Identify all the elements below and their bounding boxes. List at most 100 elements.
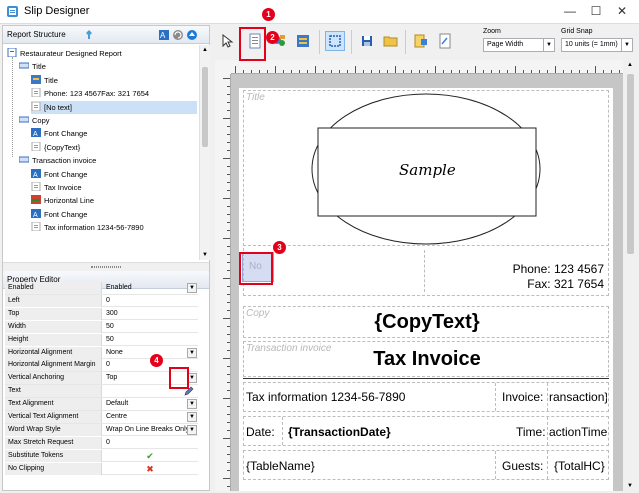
property-row[interactable]: Vertical Text Alignment Centre ▼ bbox=[5, 411, 198, 424]
tree-node-label: Phone: 123 4567Fax: 321 7654 bbox=[44, 89, 150, 99]
date-row[interactable]: Date: {TransactionDate} Time: actionTime… bbox=[243, 416, 609, 446]
tree-node[interactable]: Transaction invoice bbox=[19, 154, 96, 167]
title-section[interactable]: Title Sample No bbox=[242, 90, 609, 282]
zoom-select[interactable]: Page Width ▼ bbox=[483, 38, 555, 52]
chevron-down-icon[interactable]: ▼ bbox=[187, 347, 197, 358]
property-row[interactable]: Substitute Tokens ✔ bbox=[5, 449, 198, 463]
tree-scrollbar[interactable]: ▲ ▼ bbox=[199, 45, 210, 260]
scroll-down-icon[interactable]: ▼ bbox=[627, 483, 633, 489]
property-row[interactable]: No Clipping ✖ bbox=[5, 462, 198, 476]
date-value: {TransactionDate} bbox=[288, 425, 391, 439]
property-value[interactable]: 0 bbox=[104, 295, 198, 307]
folder-open-icon bbox=[383, 36, 398, 47]
table-row-section[interactable]: {TableName} Guests: {TotalHC} bbox=[243, 450, 609, 480]
property-value[interactable]: ✔ bbox=[104, 450, 194, 462]
pointer-icon bbox=[222, 33, 234, 48]
tree-node[interactable]: Title bbox=[31, 74, 58, 87]
minimize-button[interactable]: — bbox=[560, 3, 580, 19]
annotation-badge-3: 3 bbox=[273, 241, 286, 254]
guests-label: Guests: bbox=[502, 459, 544, 473]
copy-text: {CopyText} bbox=[374, 311, 480, 333]
preview-button[interactable] bbox=[435, 31, 455, 51]
chevron-down-icon[interactable]: ▼ bbox=[187, 283, 197, 293]
close-button[interactable]: ✕ bbox=[612, 3, 632, 19]
tree-node[interactable]: Copy bbox=[19, 114, 50, 127]
tree-node[interactable]: A Font Change bbox=[31, 127, 87, 140]
move-up-icon[interactable] bbox=[186, 29, 198, 41]
property-value[interactable]: 300 bbox=[104, 308, 198, 320]
property-value[interactable]: Default bbox=[104, 398, 198, 410]
tree-node[interactable]: Horizontal Line bbox=[31, 194, 94, 207]
chevron-down-icon[interactable]: ▼ bbox=[187, 412, 197, 422]
report-structure-title: Report Structure bbox=[7, 30, 66, 39]
property-key: Text bbox=[5, 385, 102, 398]
design-canvas[interactable]: Title Sample No Phone: 123 4567 Fax: 321… bbox=[215, 60, 623, 491]
tree-node[interactable]: Phone: 123 4567Fax: 321 7654 bbox=[31, 87, 149, 100]
property-row[interactable]: Max Stretch Request 0 bbox=[5, 436, 198, 450]
property-key: Left bbox=[5, 294, 102, 307]
contact-box[interactable]: Phone: 123 4567 Fax: 321 7654 bbox=[424, 250, 608, 292]
select-area-button[interactable] bbox=[325, 31, 345, 51]
tree-scroll-thumb[interactable] bbox=[202, 67, 208, 147]
maximize-button[interactable]: ☐ bbox=[586, 3, 606, 19]
text-icon bbox=[31, 88, 41, 98]
font-icon: A bbox=[31, 128, 41, 138]
canvas-scroll-thumb[interactable] bbox=[627, 74, 634, 254]
canvas-scrollbar[interactable]: ▲ ▼ bbox=[624, 60, 637, 491]
tree-node[interactable]: A Font Change bbox=[31, 168, 87, 181]
property-value[interactable]: 0 bbox=[104, 437, 198, 449]
tree-node[interactable]: Tax information 1234-56-7890 bbox=[31, 221, 144, 234]
tree-node-label: {CopyText} bbox=[44, 142, 81, 152]
tree-node[interactable]: A Font Change bbox=[31, 208, 87, 221]
tree-node[interactable]: Tax Invoice bbox=[31, 181, 82, 194]
tree-node[interactable]: Title bbox=[19, 60, 46, 73]
open-button[interactable] bbox=[381, 31, 401, 51]
font-tool-icon[interactable]: A bbox=[158, 29, 170, 41]
save-button[interactable] bbox=[357, 31, 377, 51]
line-icon bbox=[31, 195, 41, 205]
font-icon: A bbox=[31, 168, 41, 178]
annotation-badge-4: 4 bbox=[150, 354, 163, 367]
svg-text:A: A bbox=[33, 172, 38, 178]
property-row[interactable]: Width 50 bbox=[5, 320, 198, 334]
scroll-up-icon[interactable]: ▲ bbox=[627, 62, 633, 68]
date-label: Date: bbox=[246, 425, 275, 439]
title-contact-section: Phone: 123 4567 Fax: 321 7654 bbox=[243, 248, 609, 296]
property-value[interactable]: Wrap On Line Breaks Only bbox=[104, 424, 198, 436]
property-value[interactable]: Centre bbox=[104, 411, 198, 423]
grid-snap-select[interactable]: 10 units (= 1mm) ▼ bbox=[561, 38, 633, 52]
slip-page[interactable]: Title Sample No Phone: 123 4567 Fax: 321… bbox=[239, 88, 613, 491]
property-row[interactable]: Left 0 bbox=[5, 294, 198, 308]
property-value[interactable]: ✖ bbox=[104, 463, 194, 475]
tax-info-row[interactable]: Tax information 1234-56-7890 Invoice: ra… bbox=[243, 382, 609, 412]
property-row[interactable]: Horizontal Alignment None ▼ bbox=[5, 346, 198, 359]
pointer-tool-button[interactable] bbox=[217, 31, 237, 51]
property-editor-header-wrap bbox=[3, 254, 209, 272]
tree-node[interactable]: [No text] bbox=[31, 100, 197, 114]
copy-section[interactable]: Copy {CopyText} bbox=[243, 306, 609, 338]
barcode-tool-button[interactable] bbox=[293, 31, 313, 51]
property-row[interactable]: Height 50 bbox=[5, 333, 198, 347]
scroll-up-icon[interactable]: ▲ bbox=[202, 47, 208, 53]
chevron-down-icon[interactable]: ▼ bbox=[187, 424, 197, 435]
property-row[interactable]: Top 300 bbox=[5, 307, 198, 321]
property-row[interactable]: Word Wrap Style Wrap On Line Breaks Only ▼ bbox=[5, 423, 198, 437]
transaction-section[interactable]: Transaction invoice Tax Invoice bbox=[243, 341, 609, 377]
property-row[interactable]: Text Alignment Default ▼ bbox=[5, 398, 198, 411]
pin-icon[interactable] bbox=[83, 29, 95, 41]
export-button[interactable] bbox=[411, 31, 431, 51]
guests-value: {TotalHC} bbox=[554, 459, 605, 473]
property-row[interactable]: Enabled Enabled ▼ bbox=[5, 282, 198, 295]
chevron-down-icon: ▼ bbox=[543, 39, 554, 51]
property-value[interactable]: 50 bbox=[104, 321, 198, 333]
property-value[interactable]: 50 bbox=[104, 334, 198, 346]
zoom-value: Page Width bbox=[487, 41, 524, 48]
tree-node-label: Tax information 1234-56-7890 bbox=[44, 223, 144, 233]
tree-node[interactable]: {CopyText} bbox=[31, 141, 80, 154]
property-value[interactable]: Enabled bbox=[104, 282, 198, 294]
tree-node[interactable]: Restaurateur Designed Report bbox=[7, 47, 122, 60]
horizontal-line[interactable] bbox=[243, 378, 609, 379]
chevron-down-icon[interactable]: ▼ bbox=[187, 399, 197, 410]
tree-node-label: Horizontal Line bbox=[44, 196, 95, 206]
refresh-icon[interactable] bbox=[172, 29, 184, 41]
